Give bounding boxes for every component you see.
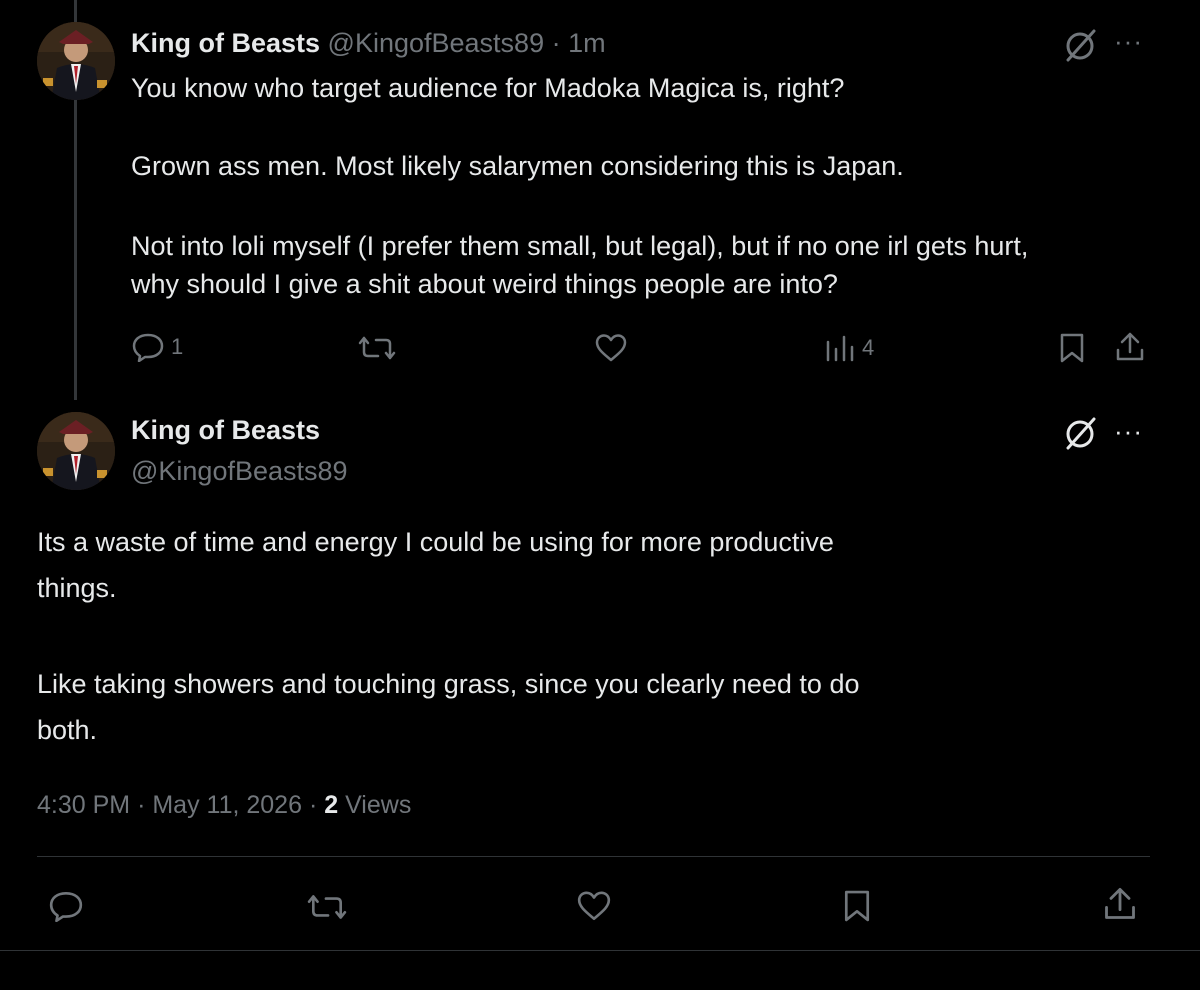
display-name[interactable]: King of Beasts	[131, 413, 320, 447]
bookmark-button[interactable]	[842, 888, 872, 924]
views-label: Views	[345, 791, 412, 819]
views-count: 2	[324, 791, 339, 819]
share-upload-icon	[1114, 331, 1146, 363]
avatar[interactable]	[37, 412, 115, 490]
reply-button[interactable]: 1	[131, 332, 183, 362]
tweet-text: why should I give a shit about weird thi…	[131, 269, 838, 299]
repost-arrows-icon	[358, 334, 396, 362]
heart-icon	[594, 333, 628, 363]
tweet-text: both.	[37, 715, 98, 745]
tweet-text: things.	[37, 573, 117, 603]
tweet-text: Grown ass men. Most likely salarymen con…	[131, 151, 904, 181]
more-dots-icon[interactable]: ···	[1114, 416, 1143, 447]
slashed-circle-icon[interactable]	[1063, 416, 1099, 450]
bookmark-icon	[842, 888, 872, 924]
tweet-text: Like taking showers and touching grass, …	[37, 669, 860, 699]
timestamp[interactable]: 1m	[568, 28, 606, 58]
post-time[interactable]: 4:30 PM	[37, 791, 130, 819]
reply-button[interactable]	[48, 890, 84, 922]
reply-header: King of Beasts @KingofBeasts89 · 1m	[131, 26, 606, 60]
post-date[interactable]: May 11, 2026	[152, 791, 302, 819]
more-dots-icon[interactable]: ···	[1114, 26, 1143, 57]
meta-separator: ·	[308, 791, 318, 819]
user-handle[interactable]: @KingofBeasts89	[131, 454, 348, 488]
tweet-text: Not into loli myself (I prefer them smal…	[131, 231, 1029, 261]
share-button[interactable]	[1102, 886, 1138, 922]
views-button[interactable]: 4	[824, 333, 874, 363]
views-count: 4	[862, 335, 875, 360]
repost-arrows-icon	[307, 892, 347, 922]
slashed-circle-icon[interactable]	[1063, 28, 1099, 62]
avatar-image	[37, 22, 115, 100]
bookmark-icon	[1058, 332, 1086, 364]
repost-button[interactable]	[307, 892, 347, 922]
speech-bubble-icon	[131, 332, 165, 362]
tweet-text: You know who target audience for Madoka …	[131, 73, 845, 103]
avatar-image	[37, 412, 115, 490]
repost-button[interactable]	[358, 334, 396, 362]
divider	[37, 856, 1150, 857]
like-button[interactable]	[576, 890, 612, 922]
tweet-text: Its a waste of time and energy I could b…	[37, 527, 834, 557]
divider	[0, 950, 1200, 951]
display-name[interactable]: King of Beasts	[131, 28, 320, 58]
meta-separator: ·	[137, 791, 146, 819]
bar-chart-icon	[824, 333, 856, 363]
tweet-meta: 4:30 PM · May 11, 2026 · 2 Views	[37, 788, 411, 822]
share-upload-icon	[1102, 886, 1138, 922]
speech-bubble-icon	[48, 890, 84, 922]
header-separator: ·	[551, 28, 561, 58]
like-button[interactable]	[594, 333, 628, 363]
bookmark-button[interactable]	[1058, 332, 1086, 364]
user-handle[interactable]: @KingofBeasts89	[328, 28, 545, 58]
share-button[interactable]	[1114, 331, 1146, 363]
avatar[interactable]	[37, 22, 115, 100]
reply-count: 1	[171, 334, 184, 359]
heart-icon	[576, 890, 612, 922]
